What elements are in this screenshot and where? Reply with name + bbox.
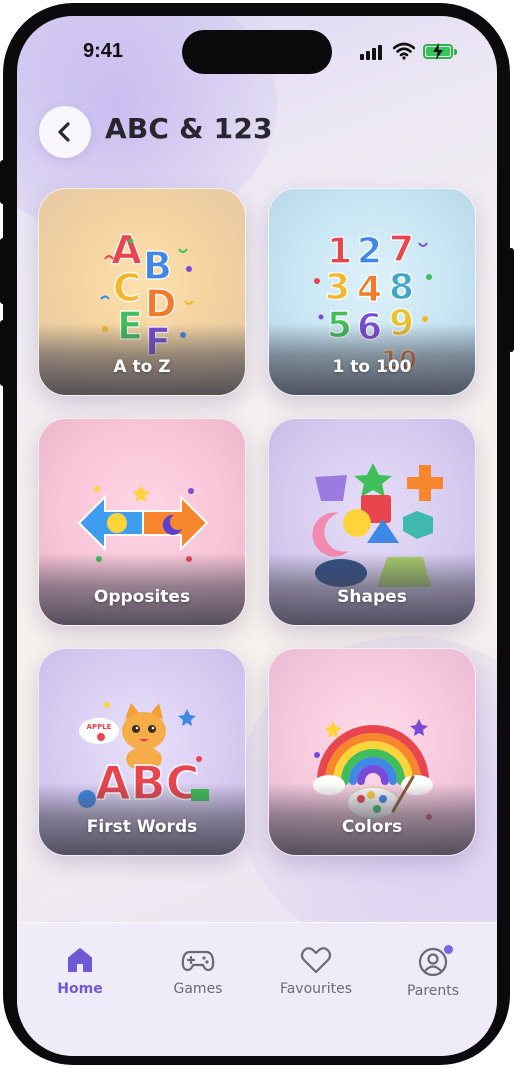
charging-bolt-icon	[433, 43, 443, 60]
volume-down-button	[0, 320, 6, 386]
apple-sticker-text: APPLE	[87, 723, 112, 731]
mute-switch	[0, 160, 6, 204]
card-label: 1 to 100	[332, 357, 412, 377]
sun-icon	[107, 513, 127, 533]
notification-dot	[444, 945, 453, 954]
home-icon	[68, 948, 92, 972]
pentagon-shape	[315, 475, 347, 501]
crescent-shape	[312, 512, 349, 557]
nav-item-home[interactable]: Home	[25, 945, 135, 1015]
app-screen: 9:41 ABC & 123 A B C D A to Z 1 2 7 3 4 …	[17, 16, 497, 1056]
bottom-navigation: Home Games Favourites Parents	[17, 922, 497, 1056]
number-7: 7	[389, 229, 414, 270]
power-button	[508, 248, 514, 352]
card-label: A to Z	[113, 357, 171, 377]
number-8: 8	[389, 267, 414, 308]
nav-label: Favourites	[279, 981, 353, 997]
battery-tip	[454, 49, 457, 55]
number-4: 4	[357, 269, 382, 310]
card-label: First Words	[86, 817, 198, 837]
back-button[interactable]	[39, 106, 91, 158]
category-card-colors[interactable]: Colors	[268, 648, 476, 856]
apple-icon	[97, 733, 105, 741]
chevron-left-icon	[58, 122, 70, 142]
hexagon-shape	[403, 511, 433, 539]
plus-shape	[407, 465, 443, 501]
wifi-icon	[393, 42, 415, 60]
status-time: 9:41	[83, 40, 124, 62]
number-1: 1	[327, 231, 352, 272]
circle-shape	[343, 509, 371, 537]
category-card-opposites[interactable]: Opposites	[38, 418, 246, 626]
category-card-a-to-z[interactable]: A B C D E F A to Z	[38, 188, 246, 396]
nav-label: Home	[57, 981, 103, 997]
dynamic-island	[182, 30, 332, 74]
card-label: Opposites	[93, 587, 191, 607]
nav-label: Parents	[406, 983, 460, 999]
nav-label: Games	[173, 981, 223, 997]
category-card-1-to-100[interactable]: 1 2 7 3 4 8 5 6 9 10 1 to 100	[268, 188, 476, 396]
card-label: Colors	[341, 817, 403, 837]
status-bar: 9:41	[17, 16, 497, 86]
star-shape	[354, 463, 392, 497]
card-label: Shapes	[337, 587, 407, 607]
volume-up-button	[0, 238, 6, 304]
number-2: 2	[357, 231, 382, 272]
category-card-first-words[interactable]: APPLE ABC First Words	[38, 648, 246, 856]
nav-item-games[interactable]: Games	[143, 945, 253, 1015]
number-3: 3	[325, 267, 350, 308]
heart-icon	[300, 947, 332, 974]
nav-item-favourites[interactable]: Favourites	[261, 945, 371, 1015]
category-card-shapes[interactable]: Shapes	[268, 418, 476, 626]
gamepad-icon	[181, 950, 215, 972]
nav-item-parents[interactable]: Parents	[378, 945, 488, 1015]
signal-icon	[360, 44, 384, 60]
page-title: ABC & 123	[105, 112, 273, 145]
